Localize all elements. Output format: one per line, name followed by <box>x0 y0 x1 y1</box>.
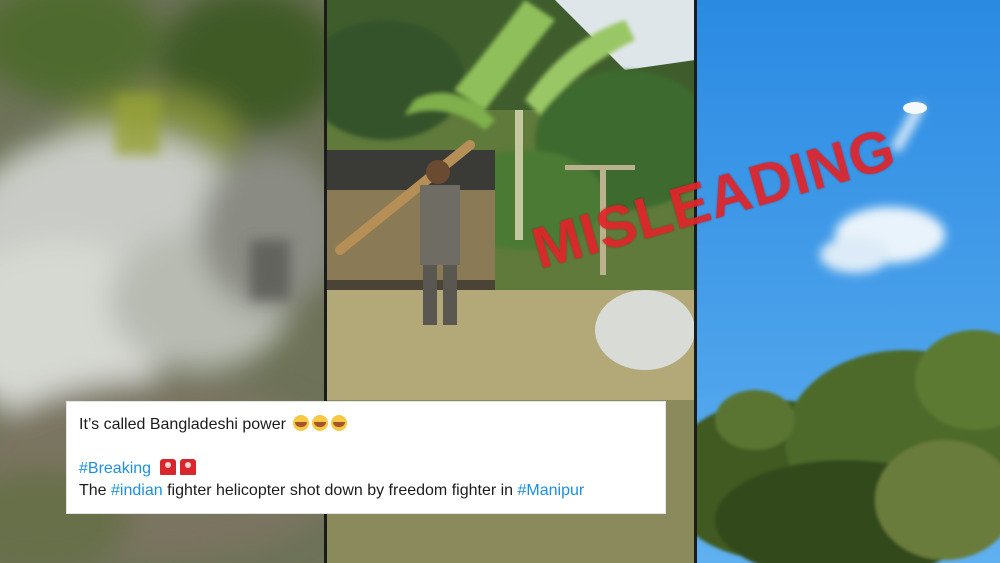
tweet-card: It’s called Bangladeshi power #Breaking … <box>66 401 666 514</box>
tweet-text-mid: fighter helicopter shot down by freedom … <box>167 482 514 499</box>
hashtag-breaking-link[interactable]: #Breaking <box>79 460 151 477</box>
tweet-text-1: It’s called Bangladeshi power <box>79 416 286 433</box>
tweet-gap <box>79 436 653 458</box>
tweet-line-3: The #indian fighter helicopter shot down… <box>79 480 653 502</box>
siren-icon <box>179 459 196 475</box>
siren-icon <box>159 459 176 475</box>
collage: MISLEADING It’s called Bangladeshi power… <box>0 0 1000 563</box>
hashtag-indian-link[interactable]: #indian <box>111 482 163 499</box>
tweet-text-pre: The <box>79 482 107 499</box>
laughing-emoji-icon <box>312 415 329 431</box>
tweet-line-2: #Breaking <box>79 458 653 480</box>
tweet-line-1: It’s called Bangladeshi power <box>79 414 653 436</box>
laughing-emoji-icon <box>331 415 348 431</box>
panel-sky <box>695 0 1000 563</box>
sky-scene <box>695 0 1000 563</box>
laughing-emoji-icon <box>293 415 310 431</box>
divider-right <box>694 0 697 563</box>
hashtag-manipur-link[interactable]: #Manipur <box>518 482 585 499</box>
